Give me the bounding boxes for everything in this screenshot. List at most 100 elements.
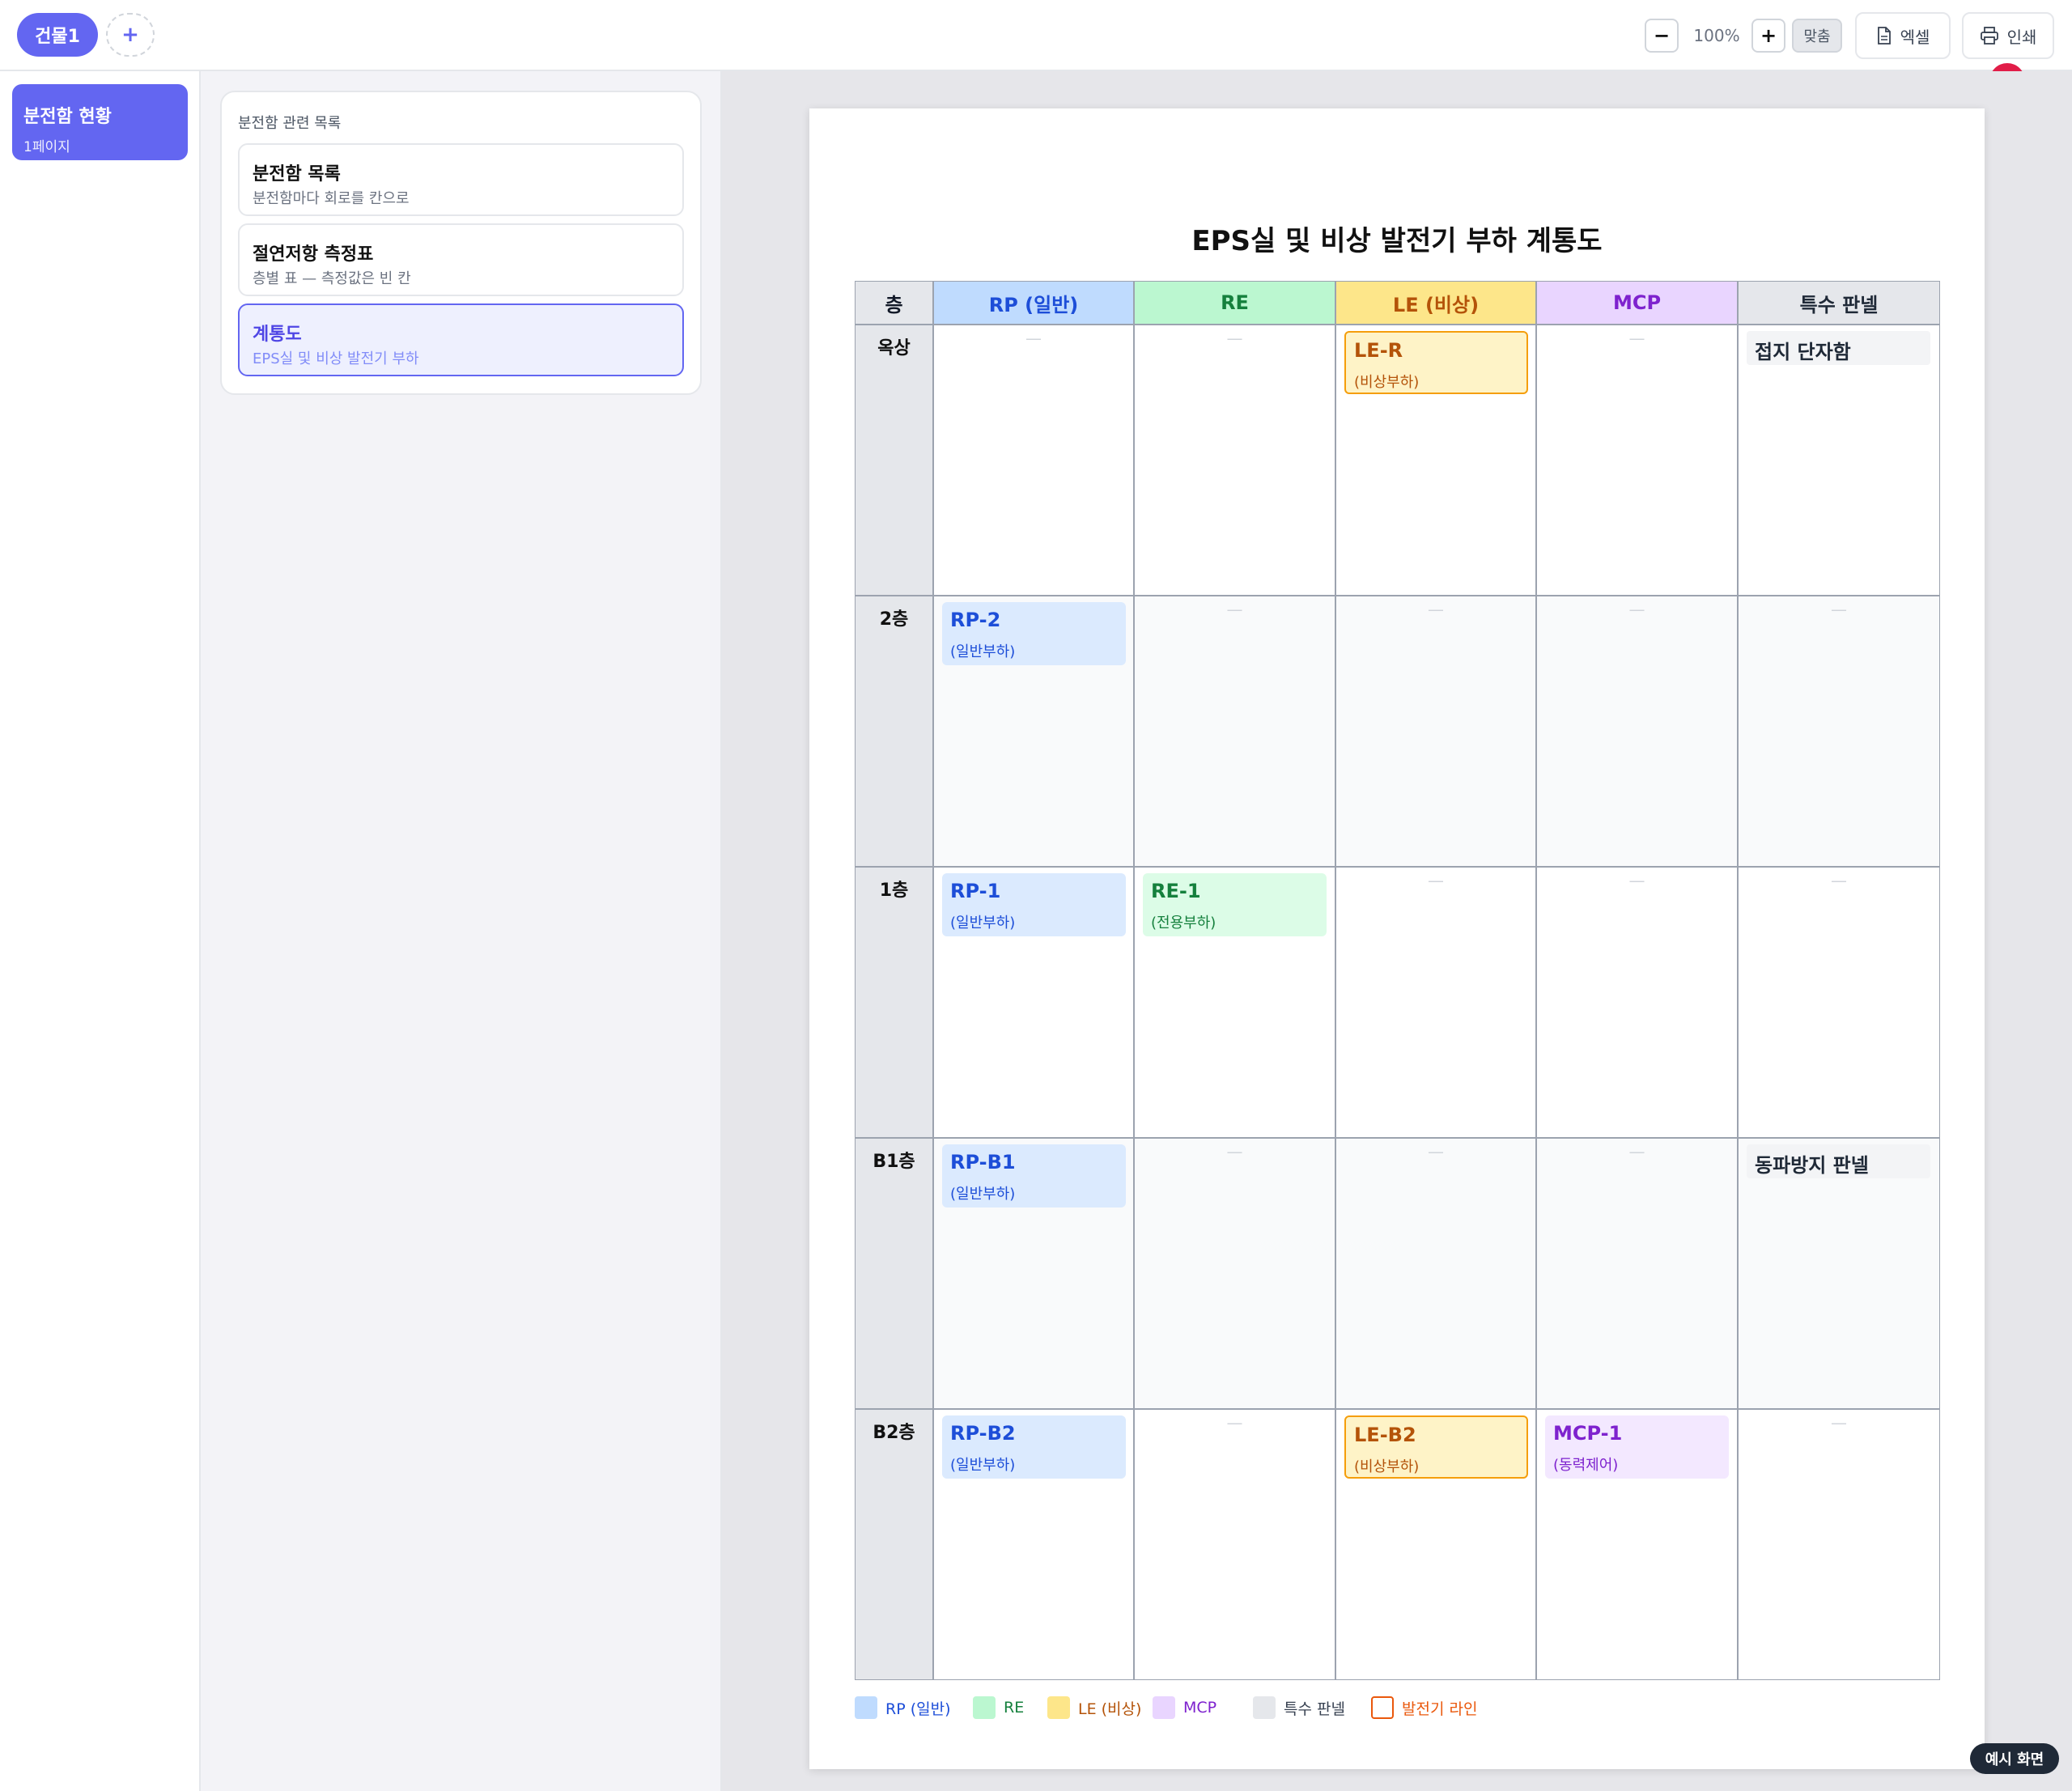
sidebar-item-panel-status[interactable]: 분전함 현황 1페이지 xyxy=(12,84,188,160)
legend-item-special: 특수 판넬 xyxy=(1253,1696,1345,1719)
list-item-insulation-table[interactable]: 절연저항 측정표 층별 표 — 측정값은 빈 칸 xyxy=(238,223,684,296)
left-sidebar: 분전함 현황 1페이지 xyxy=(0,71,201,1791)
column-header-special: 특수 판넬 xyxy=(1738,281,1940,325)
panel-box-re[interactable]: RE-1 (전용부하) xyxy=(1143,873,1327,936)
table-cell-re: — xyxy=(1134,325,1335,596)
panel-box-rp[interactable]: RP-1 (일반부하) xyxy=(942,873,1126,936)
panel-name: RE-1 xyxy=(1151,880,1201,902)
floor-label: 1층 xyxy=(855,867,933,1138)
table-cell-special: 동파방지 판넬 xyxy=(1738,1138,1940,1409)
legend-label: 특수 판넬 xyxy=(1284,1700,1345,1718)
table-cell-re: — xyxy=(1134,1138,1335,1409)
panel-name: MCP-1 xyxy=(1553,1422,1623,1445)
column-header-floor: 층 xyxy=(855,281,933,325)
excel-label: 엑셀 xyxy=(1900,27,1930,47)
panel-description: (일반부하) xyxy=(950,915,1016,932)
sidebar-item-title: 분전함 현황 xyxy=(23,107,112,127)
list-item-system-diagram[interactable]: 계통도 EPS실 및 비상 발전기 부하 xyxy=(238,303,684,376)
zoom-out-button[interactable]: − xyxy=(1645,19,1679,53)
table-cell-le: — xyxy=(1335,867,1536,1138)
top-bar: 건물1 + − 100% + 맞춤 엑셀 인쇄 xyxy=(0,0,2072,71)
panel-box-rp[interactable]: RP-2 (일반부하) xyxy=(942,602,1126,665)
table-cell-special: — xyxy=(1738,867,1940,1138)
panel-box-rp[interactable]: RP-B2 (일반부하) xyxy=(942,1415,1126,1479)
legend-item-gen: 발전기 라인 xyxy=(1371,1696,1477,1719)
zoom-level: 100% xyxy=(1693,26,1740,45)
panel-name: RP-2 xyxy=(950,609,1001,631)
table-cell-special: — xyxy=(1738,1409,1940,1680)
table-cell-re: — xyxy=(1134,596,1335,867)
column-header-le: LE (비상) xyxy=(1335,281,1536,325)
table-cell-rp: RP-B1 (일반부하) xyxy=(933,1138,1134,1409)
panel-name: LE-R xyxy=(1354,339,1403,362)
panel-box-mcp[interactable]: MCP-1 (동력제어) xyxy=(1545,1415,1729,1479)
empty-mark: — xyxy=(1628,871,1645,890)
empty-mark: — xyxy=(1428,1142,1444,1161)
floor-label: 2층 xyxy=(855,596,933,867)
table-cell-rp: RP-1 (일반부하) xyxy=(933,867,1134,1138)
legend-item-le: LE (비상) xyxy=(1047,1696,1141,1719)
list-header: 분전함 관련 목록 xyxy=(238,115,342,132)
empty-mark: — xyxy=(1428,600,1444,619)
building-tab[interactable]: 건물1 xyxy=(17,13,98,57)
panel-box-rp[interactable]: RP-B1 (일반부하) xyxy=(942,1144,1126,1207)
column-header-re: RE xyxy=(1134,281,1335,325)
column-header-mcp: MCP xyxy=(1536,281,1738,325)
special-panel[interactable]: 동파방지 판넬 xyxy=(1747,1144,1930,1178)
empty-mark: — xyxy=(1831,871,1847,890)
legend-swatch xyxy=(855,1696,877,1719)
add-building-button[interactable]: + xyxy=(106,13,155,57)
panel-description: (일반부하) xyxy=(950,643,1016,660)
special-panel[interactable]: 접지 단자함 xyxy=(1747,331,1930,365)
table-cell-rp: RP-2 (일반부하) xyxy=(933,596,1134,867)
empty-mark: — xyxy=(1226,329,1243,348)
floor-label: 옥상 xyxy=(855,325,933,596)
panel-name: RP-1 xyxy=(950,880,1001,902)
excel-file-icon xyxy=(1876,27,1892,45)
panel-description: (동력제어) xyxy=(1553,1457,1619,1474)
table-cell-le: LE-R (비상부하) xyxy=(1335,325,1536,596)
empty-mark: — xyxy=(1628,1142,1645,1161)
table-cell-rp: RP-B2 (일반부하) xyxy=(933,1409,1134,1680)
special-panel-name: 접지 단자함 xyxy=(1755,341,1851,363)
zoom-in-button[interactable]: + xyxy=(1751,19,1785,53)
panel-box-le[interactable]: LE-R (비상부하) xyxy=(1344,331,1528,394)
panel-description: (전용부하) xyxy=(1151,915,1216,932)
legend-swatch xyxy=(1371,1696,1394,1719)
document-title: EPS실 및 비상 발전기 부하 계통도 xyxy=(1191,225,1603,257)
panel-name: LE-B2 xyxy=(1354,1424,1416,1446)
legend-swatch xyxy=(973,1696,996,1719)
legend-label: 발전기 라인 xyxy=(1402,1700,1478,1718)
legend-label: RP (일반) xyxy=(885,1700,951,1718)
panel-description: (비상부하) xyxy=(1354,374,1420,391)
table-cell-le: — xyxy=(1335,596,1536,867)
diagram-table: 층 RP (일반) RE LE (비상) MCP 특수 판넬 옥상 — — LE-R (비상부하) —… xyxy=(855,281,1940,1683)
print-label: 인쇄 xyxy=(2006,27,2037,47)
excel-button[interactable]: 엑셀 xyxy=(1855,12,1951,59)
table-cell-re: RE-1 (전용부하) xyxy=(1134,867,1335,1138)
empty-mark: — xyxy=(1428,871,1444,890)
legend-swatch xyxy=(1047,1696,1070,1719)
empty-mark: — xyxy=(1628,600,1645,619)
demo-badge: 예시 화면 xyxy=(1970,1743,2059,1774)
panel-description: (일반부하) xyxy=(950,1186,1016,1203)
table-cell-le: — xyxy=(1335,1138,1536,1409)
list-item-title: 절연저항 측정표 xyxy=(253,244,374,265)
legend-swatch xyxy=(1153,1696,1175,1719)
table-cell-le: LE-B2 (비상부하) xyxy=(1335,1409,1536,1680)
empty-mark: — xyxy=(1025,329,1042,348)
printer-icon xyxy=(1980,27,1999,45)
legend-label: RE xyxy=(1004,1699,1025,1717)
table-cell-rp: — xyxy=(933,325,1134,596)
legend-label: LE (비상) xyxy=(1078,1700,1142,1718)
legend-label: MCP xyxy=(1183,1699,1217,1717)
list-item-panel-list[interactable]: 분전함 목록 분전함마다 회로를 칸으로 xyxy=(238,143,684,216)
list-item-subtitle: 층별 표 — 측정값은 빈 칸 xyxy=(253,270,411,287)
fit-button[interactable]: 맞춤 xyxy=(1792,19,1842,53)
table-cell-re: — xyxy=(1134,1409,1335,1680)
floor-label: B1층 xyxy=(855,1138,933,1409)
print-button[interactable]: 인쇄 xyxy=(1962,12,2054,59)
empty-mark: — xyxy=(1226,1142,1243,1161)
list-item-title: 분전함 목록 xyxy=(253,164,341,185)
panel-box-le[interactable]: LE-B2 (비상부하) xyxy=(1344,1415,1528,1479)
